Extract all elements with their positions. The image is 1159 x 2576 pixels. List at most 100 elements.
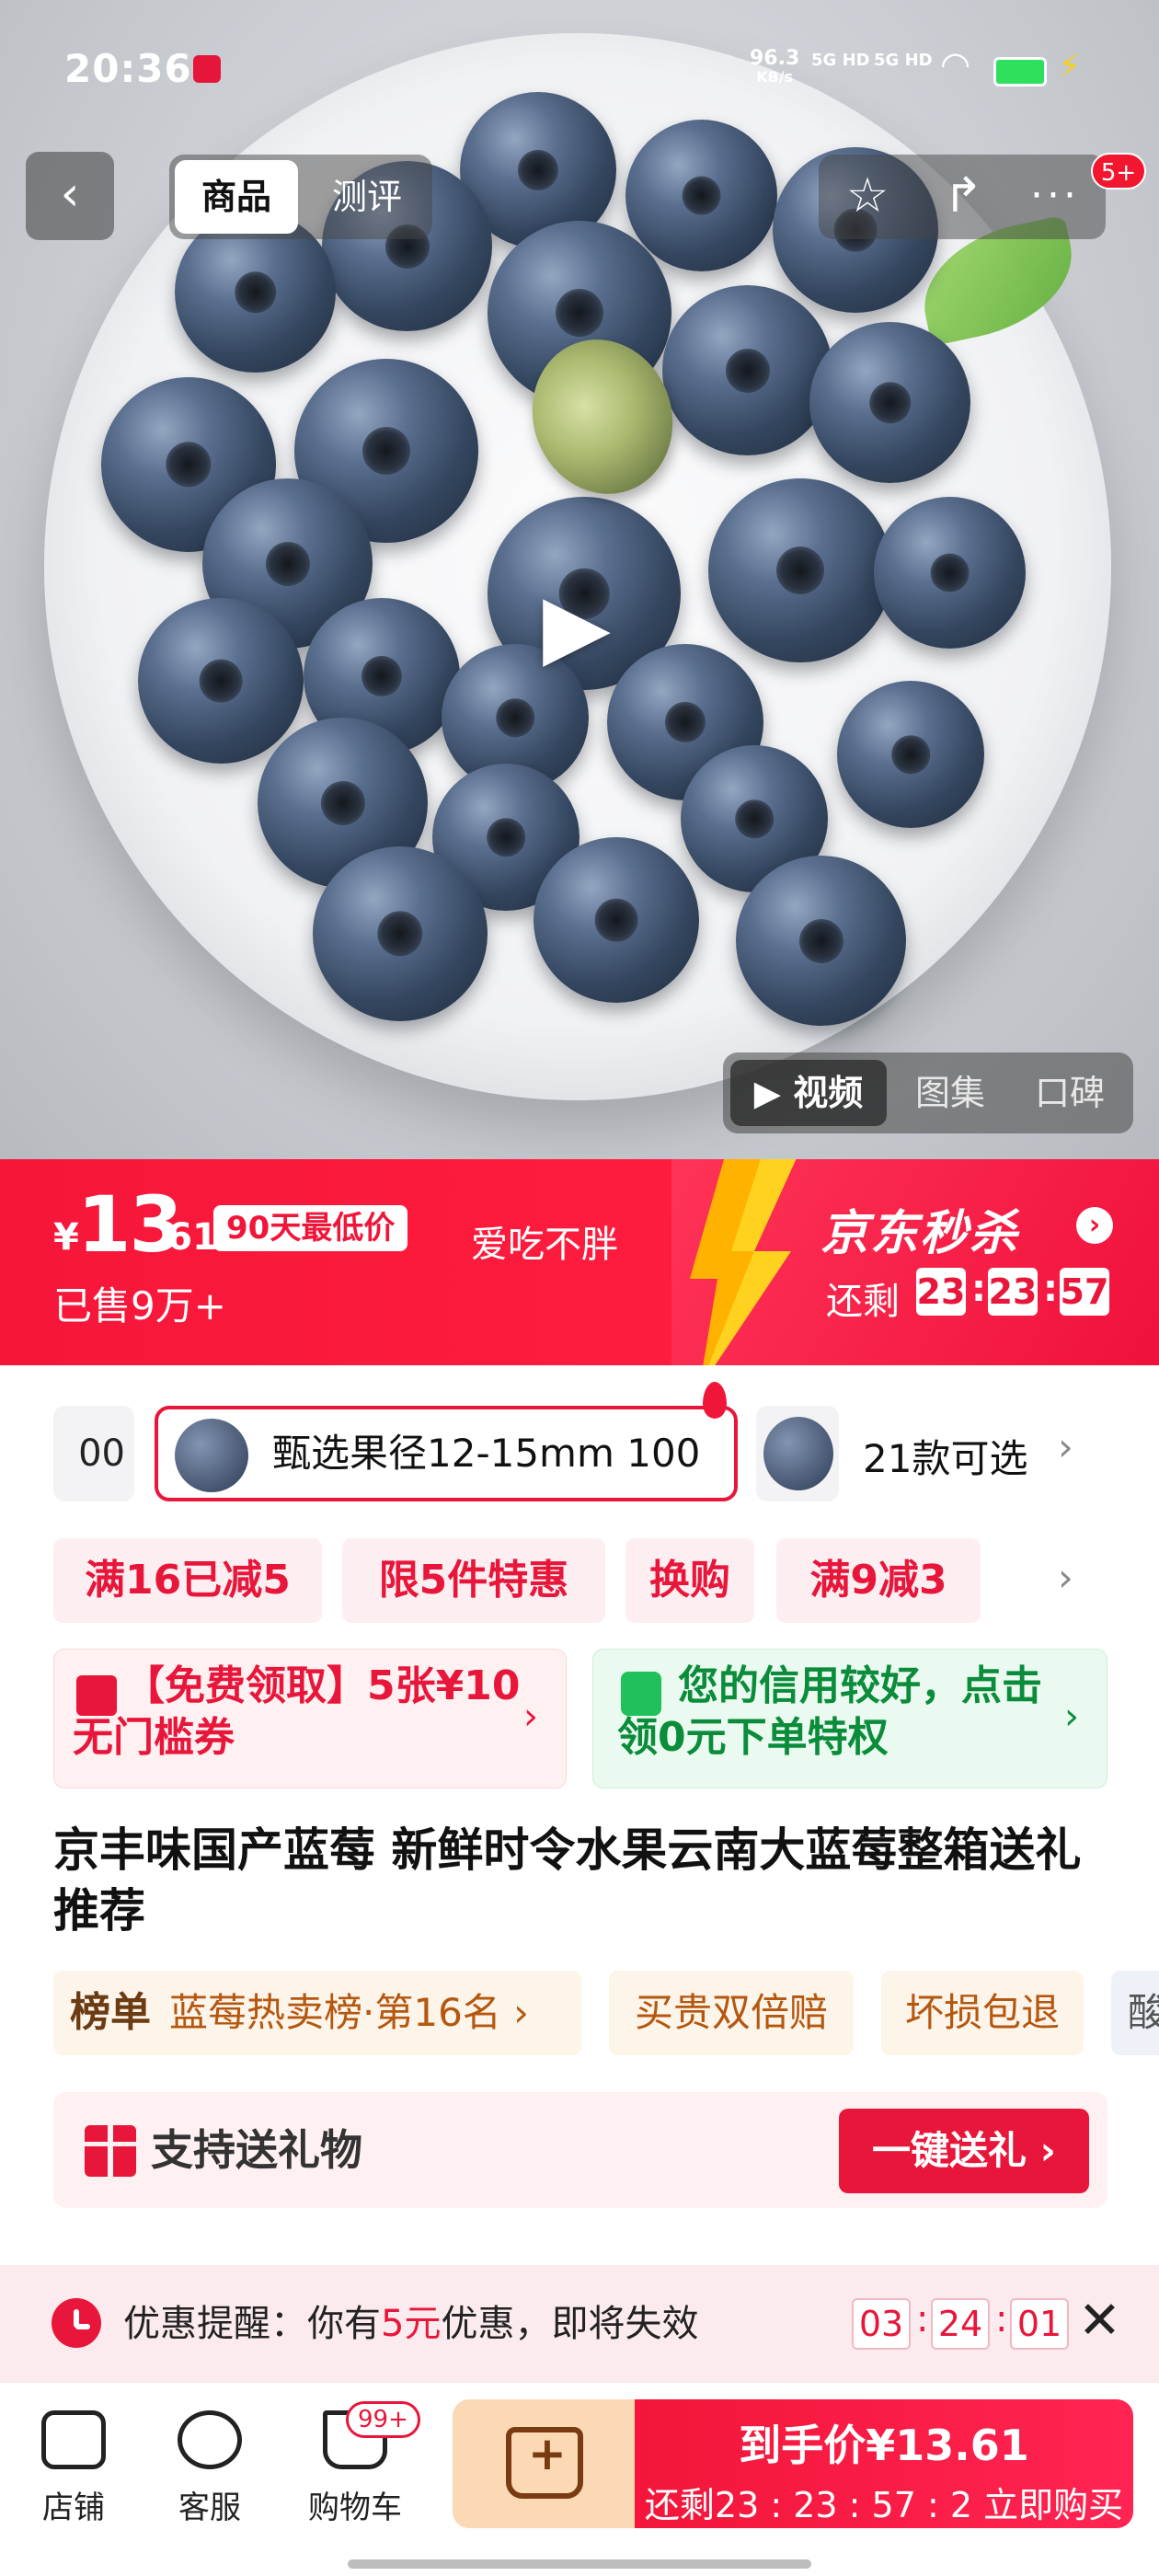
- coupon-card[interactable]: 【免费领取】5张¥10无门槛券 ›: [53, 1649, 567, 1788]
- countdown-colon: :: [971, 1268, 986, 1310]
- promo-chip[interactable]: 满16已减5: [53, 1538, 322, 1623]
- variant-thumbnail: [175, 1419, 248, 1492]
- lightning-icon: [690, 1159, 797, 1365]
- chevron-right-icon: ›: [1064, 1696, 1079, 1738]
- message-badge: 5+: [1091, 153, 1146, 190]
- clock-icon: [52, 2298, 101, 2348]
- home-indicator[interactable]: [348, 2559, 811, 2569]
- promo-chip[interactable]: 限5件特惠: [342, 1538, 605, 1623]
- hot-fire-icon: [703, 1382, 727, 1419]
- price-currency: ¥: [53, 1216, 79, 1259]
- close-icon[interactable]: ✕: [1078, 2291, 1121, 2351]
- signal-icon: 5G HD: [874, 51, 933, 70]
- gift-label: 支持送礼物: [151, 2125, 362, 2175]
- blueberry: [736, 856, 906, 1026]
- status-bar: 20:36 96.3 KB/s 5G HD 5G HD ◠ ⚡: [0, 0, 1159, 138]
- variant-option[interactable]: 00: [53, 1406, 134, 1501]
- media-tabs: ▶ 视频 图集 口碑: [723, 1052, 1133, 1133]
- blueberry: [708, 478, 892, 662]
- play-icon[interactable]: ▶: [543, 580, 625, 672]
- lowest-price-tag: 90天最低价: [213, 1205, 408, 1251]
- seckill-title[interactable]: 京东秒杀: [820, 1194, 1019, 1263]
- buy-countdown-label: 还剩23 : 23 : 57 : 2 立即购买: [644, 2485, 1124, 2525]
- cart-label: 购物车: [308, 2490, 402, 2526]
- countdown-hours: 23: [916, 1268, 966, 1316]
- countdown-seconds: 57: [1060, 1268, 1109, 1316]
- credit-card[interactable]: 您的信用较好，点击领0元下单特权 ›: [592, 1649, 1107, 1788]
- variant-option-selected[interactable]: 甄选果径12-15mm 100: [155, 1406, 738, 1501]
- store-button[interactable]: 店铺: [9, 2399, 138, 2537]
- reminder-amount: 5元: [381, 2303, 442, 2345]
- coupon-text: 【免费领取】5张¥10无门槛券: [73, 1662, 521, 1761]
- variant-label: 甄选果径12-15mm 100: [272, 1431, 701, 1476]
- countdown-colon: :: [916, 2298, 929, 2340]
- price-decimal: .61: [153, 1216, 218, 1259]
- blueberry: [138, 598, 304, 764]
- network-speed-unit: KB/s: [756, 68, 794, 86]
- cart-count-badge: 99+: [346, 2401, 420, 2438]
- chevron-right-icon[interactable]: ›: [1076, 1207, 1113, 1244]
- service-label: 客服: [178, 2490, 241, 2526]
- customer-service-button[interactable]: 客服: [145, 2399, 274, 2537]
- tab-video[interactable]: ▶ 视频: [730, 1060, 887, 1126]
- add-to-cart-button[interactable]: [453, 2399, 637, 2528]
- store-icon: [41, 2410, 106, 2469]
- network-speed: 96.3 KB/s: [750, 49, 799, 86]
- product-title: 京丰味国产蓝莓 新鲜时令水果云南大蓝莓整箱送礼推荐: [53, 1823, 1082, 1938]
- top-action-group: ☆ ↱ ···: [819, 155, 1106, 239]
- reminder-countdown-hours: 03: [852, 2298, 911, 2350]
- buy-price-label: 到手价¥13.61: [739, 2421, 1029, 2470]
- share-icon[interactable]: ↱: [922, 164, 1004, 230]
- ranking-tag[interactable]: 榜单 蓝莓热卖榜·第16名 ›: [53, 1971, 581, 2055]
- chevron-right-icon: ›: [523, 1696, 538, 1738]
- wifi-icon: ◠: [940, 44, 971, 85]
- battery-icon: [993, 57, 1047, 86]
- blueberry: [837, 681, 984, 828]
- top-tab-group: 商品 测评: [169, 155, 432, 239]
- signal-icon: 5G HD: [811, 51, 870, 70]
- add-cart-icon: [506, 2427, 583, 2499]
- gift-icon: [85, 2125, 136, 2177]
- countdown-label: 还剩: [826, 1281, 900, 1323]
- promo-chip[interactable]: 满9减3: [776, 1538, 981, 1623]
- variant-count[interactable]: 21款可选: [863, 1428, 1027, 1484]
- chevron-right-icon[interactable]: ›: [1058, 1555, 1073, 1600]
- service-tag[interactable]: 买贵双倍赔: [609, 1971, 854, 2055]
- blueberry: [313, 846, 488, 1021]
- tab-goods[interactable]: 商品: [175, 160, 298, 234]
- tab-gallery[interactable]: 图集: [890, 1060, 1010, 1126]
- credit-text: 您的信用较好，点击领0元下单特权: [617, 1662, 1042, 1761]
- buy-now-button[interactable]: 到手价¥13.61 还剩23 : 23 : 57 : 2 立即购买: [635, 2399, 1133, 2528]
- tab-review[interactable]: 测评: [307, 160, 427, 234]
- sold-count: 已售9万+: [53, 1283, 226, 1328]
- blueberry: [534, 837, 699, 1003]
- blueberry: [809, 322, 970, 483]
- variant-thumbnail: [763, 1417, 833, 1490]
- countdown-colon: :: [995, 2298, 1008, 2340]
- blueberry: [662, 285, 832, 455]
- price-banner[interactable]: ¥ 13 .61 90天最低价 爱吃不胖 已售9万+ 京东秒杀 › 还剩 23 …: [0, 1159, 1159, 1365]
- back-button[interactable]: ‹: [26, 152, 114, 240]
- service-tag[interactable]: 酸: [1111, 1971, 1159, 2055]
- price-slogan: 爱吃不胖: [471, 1224, 618, 1266]
- bottom-action-bar: 店铺 客服 购物车 99+ 到手价¥13.61 还剩23 : 23 : 57 :…: [0, 2383, 1159, 2576]
- reminder-prefix: 优惠提醒：你有: [123, 2303, 381, 2345]
- reminder-suffix: 优惠，即将失效: [441, 2303, 699, 2345]
- send-gift-button[interactable]: 一键送礼 ›: [839, 2109, 1089, 2193]
- promo-chip[interactable]: 换购: [625, 1538, 754, 1623]
- discount-reminder-bar: 优惠提醒：你有5元优惠，即将失效 03 : 24 : 01 ✕: [0, 2265, 1159, 2383]
- ranking-text: 蓝莓热卖榜·第16名 ›: [169, 1990, 529, 2035]
- gift-bar: 支持送礼物 一键送礼 ›: [53, 2092, 1107, 2208]
- store-label: 店铺: [42, 2490, 105, 2526]
- reminder-countdown-minutes: 24: [931, 2298, 990, 2350]
- blueberry: [874, 497, 1026, 649]
- favorite-star-icon[interactable]: ☆: [826, 164, 909, 230]
- service-tag[interactable]: 坏损包退: [881, 1971, 1084, 2055]
- smiley-icon: [178, 2410, 242, 2469]
- more-icon[interactable]: ···: [1014, 164, 1096, 230]
- ranking-label: 榜单: [70, 1989, 151, 2036]
- chevron-right-icon[interactable]: ›: [1058, 1424, 1073, 1469]
- variant-option[interactable]: [756, 1406, 839, 1501]
- tab-reputation[interactable]: 口碑: [1010, 1060, 1130, 1126]
- status-time: 20:36: [64, 46, 192, 91]
